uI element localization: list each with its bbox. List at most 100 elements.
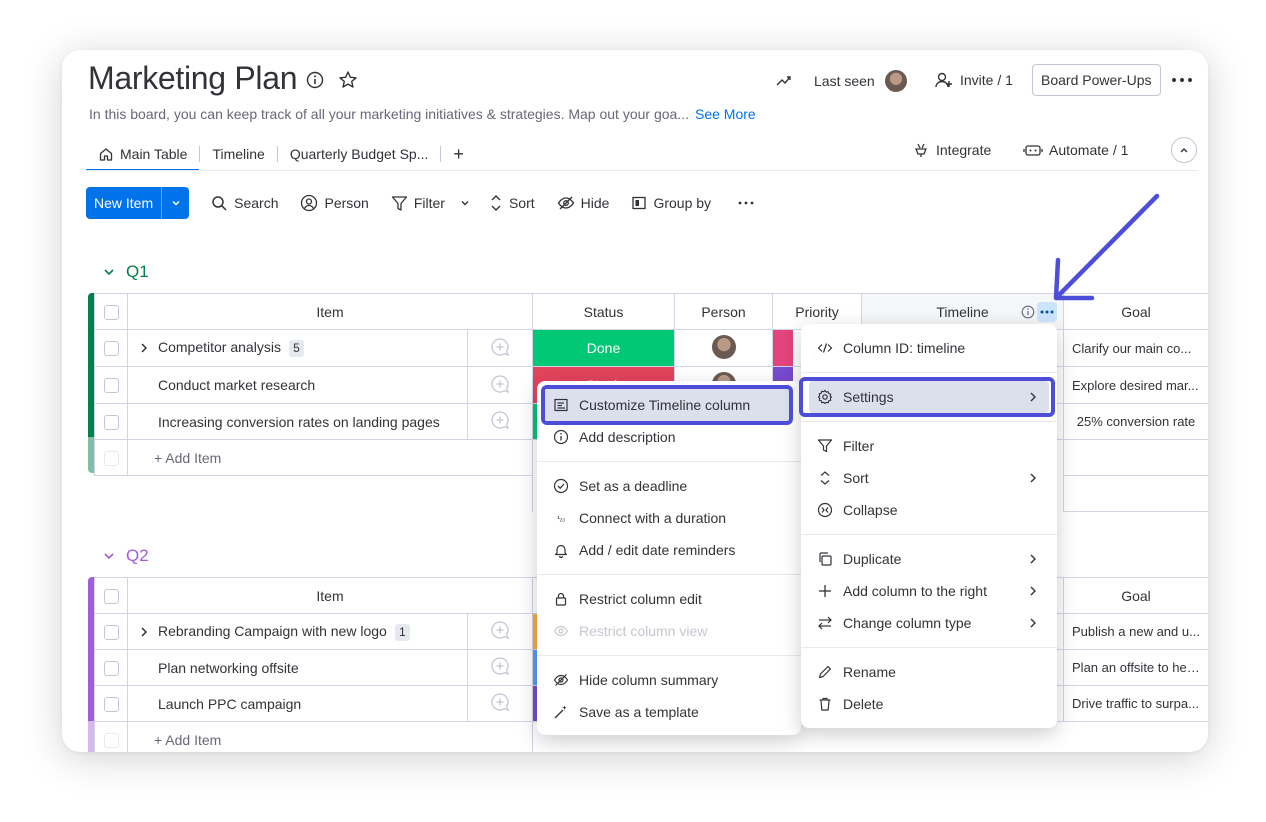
- add-item-button[interactable]: + Add Item: [126, 721, 534, 752]
- status-cell[interactable]: Done: [532, 329, 676, 367]
- board-title[interactable]: Marketing Plan: [88, 60, 298, 97]
- row-checkbox-cell[interactable]: [94, 366, 128, 404]
- menu-item-set-deadline[interactable]: Set as a deadline: [545, 470, 793, 502]
- see-more-link[interactable]: See More: [695, 106, 756, 122]
- item-name-cell[interactable]: Rebranding Campaign with new logo 1: [127, 613, 468, 650]
- menu-item-connect-duration[interactable]: ¹₂₃ Connect with a duration: [545, 502, 793, 534]
- new-item-dropdown[interactable]: [161, 187, 189, 219]
- goal-cell[interactable]: Plan an offsite to hel...: [1063, 649, 1208, 686]
- tab-timeline[interactable]: Timeline: [200, 138, 276, 170]
- menu-item-save-template[interactable]: Save as a template: [545, 696, 793, 728]
- updates-cell[interactable]: [466, 403, 534, 440]
- goal-cell[interactable]: Drive traffic to surpa...: [1063, 685, 1208, 722]
- updates-cell[interactable]: [466, 649, 534, 686]
- checkbox[interactable]: [103, 378, 119, 394]
- add-update-icon[interactable]: [490, 374, 510, 394]
- add-update-icon[interactable]: [490, 410, 510, 430]
- new-item-button[interactable]: New Item: [86, 187, 190, 219]
- more-icon[interactable]: [1170, 70, 1194, 90]
- chevron-down-icon[interactable]: [102, 549, 116, 563]
- goal-cell[interactable]: Publish a new and u...: [1063, 613, 1208, 650]
- column-header-status[interactable]: Status: [532, 293, 676, 330]
- search-button[interactable]: Search: [211, 195, 278, 212]
- tab-quarterly-budget[interactable]: Quarterly Budget Sp...: [278, 138, 441, 170]
- item-name-cell[interactable]: Plan networking offsite: [127, 649, 468, 686]
- chevron-right-icon[interactable]: [138, 626, 150, 638]
- updates-cell[interactable]: [466, 613, 534, 650]
- checkbox[interactable]: [103, 304, 119, 320]
- subitems-count-badge[interactable]: 5: [288, 340, 304, 357]
- menu-item-add-description[interactable]: Add description: [545, 421, 793, 453]
- add-item-button[interactable]: + Add Item: [126, 439, 534, 476]
- menu-item-duplicate[interactable]: Duplicate: [809, 543, 1049, 575]
- checkbox[interactable]: [103, 414, 119, 430]
- info-icon[interactable]: [1021, 305, 1035, 319]
- filter-button[interactable]: Filter: [391, 195, 475, 212]
- activity-icon[interactable]: [775, 72, 793, 90]
- updates-cell[interactable]: [466, 329, 534, 367]
- item-name-cell[interactable]: Launch PPC campaign: [127, 685, 468, 722]
- add-update-icon[interactable]: [490, 620, 510, 640]
- chevron-right-icon[interactable]: [138, 342, 150, 354]
- avatar[interactable]: [709, 332, 738, 361]
- column-header-person[interactable]: Person: [674, 293, 774, 330]
- group-title-q1[interactable]: Q1: [102, 262, 149, 282]
- row-checkbox-cell[interactable]: [94, 403, 128, 440]
- menu-item-add-column-right[interactable]: Add column to the right: [809, 575, 1049, 607]
- star-icon[interactable]: [338, 70, 358, 90]
- info-icon[interactable]: [306, 71, 324, 89]
- row-checkbox-cell[interactable]: [94, 649, 128, 686]
- collapse-header-button[interactable]: [1171, 137, 1197, 163]
- select-all-cell[interactable]: [94, 577, 128, 614]
- add-view-button[interactable]: +: [441, 138, 476, 170]
- row-checkbox-cell[interactable]: [94, 329, 128, 367]
- sort-button[interactable]: Sort: [489, 194, 535, 212]
- menu-item-filter[interactable]: Filter: [809, 430, 1049, 462]
- menu-item-hide-summary[interactable]: Hide column summary: [545, 664, 793, 696]
- menu-item-column-id[interactable]: Column ID: timeline: [809, 332, 1049, 364]
- last-seen[interactable]: Last seen: [814, 68, 909, 94]
- group-by-button[interactable]: Group by: [631, 195, 711, 211]
- checkbox[interactable]: [103, 624, 119, 640]
- menu-item-date-reminders[interactable]: Add / edit date reminders: [545, 534, 793, 566]
- add-update-icon[interactable]: [490, 656, 510, 676]
- automate-button[interactable]: Automate / 1: [1023, 141, 1128, 159]
- checkbox[interactable]: [103, 696, 119, 712]
- person-filter-button[interactable]: Person: [300, 194, 369, 212]
- person-cell[interactable]: [674, 329, 774, 367]
- select-all-cell[interactable]: [94, 293, 128, 330]
- item-name-cell[interactable]: Competitor analysis 5: [127, 329, 468, 367]
- menu-item-sort[interactable]: Sort: [809, 462, 1049, 494]
- column-header-item[interactable]: Item: [126, 293, 534, 330]
- checkbox[interactable]: [103, 588, 119, 604]
- checkbox[interactable]: [103, 660, 119, 676]
- menu-item-collapse[interactable]: Collapse: [809, 494, 1049, 526]
- column-header-item[interactable]: Item: [126, 577, 534, 614]
- goal-cell[interactable]: Clarify our main co...: [1063, 329, 1208, 367]
- hide-button[interactable]: Hide: [557, 195, 609, 211]
- chevron-down-icon[interactable]: [102, 265, 116, 279]
- item-name-cell[interactable]: Increasing conversion rates on landing p…: [127, 403, 468, 440]
- invite-button[interactable]: Invite / 1: [934, 70, 1013, 90]
- subitems-count-badge[interactable]: 1: [394, 623, 410, 641]
- menu-item-restrict-edit[interactable]: Restrict column edit: [545, 583, 793, 615]
- goal-cell[interactable]: 25% conversion rate: [1063, 403, 1208, 440]
- updates-cell[interactable]: [466, 685, 534, 722]
- goal-cell[interactable]: Explore desired mar...: [1063, 366, 1208, 404]
- row-checkbox-cell[interactable]: [94, 685, 128, 722]
- add-update-icon[interactable]: [490, 337, 510, 357]
- updates-cell[interactable]: [466, 366, 534, 404]
- menu-item-delete[interactable]: Delete: [809, 688, 1049, 720]
- item-name-cell[interactable]: Conduct market research: [127, 366, 468, 404]
- menu-item-change-column-type[interactable]: Change column type: [809, 607, 1049, 639]
- group-title-q2[interactable]: Q2: [102, 546, 149, 566]
- board-power-ups-button[interactable]: Board Power-Ups: [1032, 64, 1161, 96]
- row-checkbox-cell[interactable]: [94, 613, 128, 650]
- checkbox[interactable]: [103, 341, 119, 357]
- column-header-goal[interactable]: Goal: [1063, 577, 1208, 614]
- integrate-button[interactable]: Integrate: [912, 141, 991, 159]
- tab-main-table[interactable]: Main Table: [86, 138, 200, 171]
- chevron-down-icon[interactable]: [455, 197, 475, 209]
- menu-item-rename[interactable]: Rename: [809, 656, 1049, 688]
- more-toolbar-button[interactable]: [737, 200, 755, 206]
